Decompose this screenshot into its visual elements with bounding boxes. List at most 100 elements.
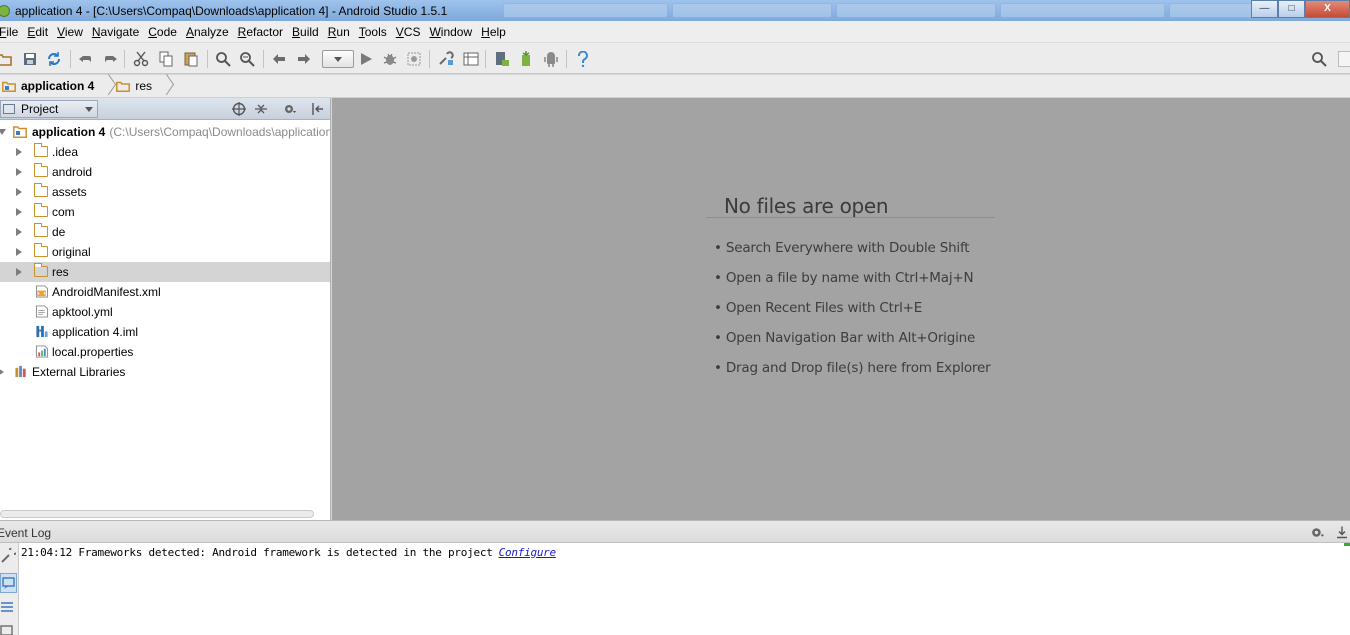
tree-item-root[interactable]: application 4 (C:\Users\Compaq\Downloads\…: [0, 122, 331, 142]
back-arrow-icon[interactable]: [271, 51, 287, 67]
collapse-all-icon[interactable]: [254, 102, 268, 116]
editor-hint: • Open a file by name with Ctrl+Maj+N: [714, 270, 974, 286]
menu-help[interactable]: Help: [477, 25, 510, 39]
hide-panel-icon[interactable]: [310, 102, 324, 116]
soft-wrap-toggle[interactable]: [0, 573, 17, 593]
save-all-icon[interactable]: [22, 51, 38, 67]
attach-debugger-icon[interactable]: [406, 51, 422, 67]
tree-item-label: com: [52, 205, 75, 219]
undo-icon[interactable]: [78, 51, 94, 67]
debug-icon[interactable]: [382, 51, 398, 67]
expand-arrow-icon[interactable]: [16, 168, 22, 176]
breadcrumb-item-project[interactable]: application 4: [2, 75, 104, 98]
tree-item-folder[interactable]: assets: [0, 182, 330, 202]
android-studio-icon: [0, 4, 10, 17]
iml-file-icon: [36, 325, 48, 338]
search-everywhere-icon[interactable]: [1311, 51, 1327, 67]
tree-item-label: apktool.yml: [52, 305, 113, 319]
scroll-from-source-icon[interactable]: [232, 102, 246, 116]
minimize-button[interactable]: —: [1251, 0, 1278, 18]
wrench-icon[interactable]: [0, 548, 16, 564]
menu-build[interactable]: Build: [288, 25, 323, 39]
folder-icon: [33, 223, 48, 239]
tree-item-file[interactable]: application 4.iml: [0, 322, 330, 342]
hide-panel-icon[interactable]: [1336, 525, 1348, 540]
menu-navigate[interactable]: Navigate: [88, 25, 143, 39]
copy-icon[interactable]: [158, 51, 174, 67]
tree-item-folder[interactable]: com: [0, 202, 330, 222]
tree-item-file[interactable]: apktool.yml: [0, 302, 330, 322]
project-structure-icon[interactable]: [438, 51, 454, 67]
tree-item-folder[interactable]: android: [0, 162, 330, 182]
main-toolbar: [0, 43, 1350, 74]
cut-icon[interactable]: [133, 51, 149, 67]
project-view-icon: [3, 104, 15, 114]
folder-icon: [116, 81, 131, 92]
menu-window[interactable]: Window: [425, 25, 476, 39]
expand-arrow-icon[interactable]: [16, 228, 22, 236]
menu-tools[interactable]: Tools: [355, 25, 391, 39]
configure-link[interactable]: Configure: [499, 546, 557, 559]
breadcrumb-label: res: [135, 79, 153, 93]
module-folder-icon: [13, 126, 27, 138]
xml-file-icon: [35, 285, 49, 298]
expand-arrow-icon[interactable]: [16, 148, 22, 156]
breadcrumb-separator: [104, 75, 112, 98]
expand-arrow-icon[interactable]: [16, 248, 22, 256]
folder-icon: [33, 263, 48, 279]
tree-item-label: External Libraries: [32, 365, 126, 379]
event-log-toolbar: [0, 543, 19, 635]
folder-icon: [33, 143, 48, 159]
expand-arrow-icon[interactable]: [16, 208, 22, 216]
menu-code[interactable]: Code: [144, 25, 181, 39]
close-button[interactable]: X: [1305, 0, 1350, 18]
menu-vcs[interactable]: VCS: [392, 25, 425, 39]
menu-view[interactable]: View: [53, 25, 87, 39]
redo-icon[interactable]: [102, 51, 118, 67]
tree-item-file[interactable]: AndroidManifest.xml: [0, 282, 330, 302]
expand-arrow-icon[interactable]: [16, 188, 22, 196]
project-tree: application 4 (C:\Users\Compaq\Downloads\…: [0, 120, 331, 520]
replace-icon[interactable]: [239, 51, 255, 67]
mark-all-read-icon[interactable]: [0, 600, 15, 615]
menu-run[interactable]: Run: [324, 25, 354, 39]
tree-item-folder[interactable]: .idea: [0, 142, 330, 162]
horizontal-scrollbar[interactable]: [0, 510, 314, 518]
project-view-select[interactable]: Project: [0, 100, 98, 118]
navigation-bar: application 4 res: [0, 75, 1350, 98]
avd-manager-icon[interactable]: [518, 51, 534, 67]
menu-analyze[interactable]: Analyze: [182, 25, 233, 39]
menu-refactor[interactable]: Refactor: [234, 25, 287, 39]
find-icon[interactable]: [215, 51, 231, 67]
expand-arrow-icon[interactable]: [0, 368, 4, 376]
help-icon[interactable]: [575, 51, 591, 67]
breadcrumb-item-res[interactable]: res: [116, 75, 162, 98]
tree-item-folder-selected[interactable]: res: [0, 262, 330, 282]
run-icon[interactable]: [358, 51, 374, 67]
run-configuration-select[interactable]: [322, 50, 354, 68]
menu-file[interactable]: File: [0, 25, 22, 39]
tree-item-path: (C:\Users\Compaq\Downloads\application: [109, 125, 331, 139]
tree-item-folder[interactable]: original: [0, 242, 330, 262]
sync-icon[interactable]: [46, 51, 62, 67]
event-log-title: Event Log: [0, 526, 52, 540]
tree-item-folder[interactable]: de: [0, 222, 330, 242]
expand-arrow-icon[interactable]: [0, 129, 6, 135]
maximize-button[interactable]: □: [1278, 0, 1305, 18]
forward-arrow-icon[interactable]: [296, 51, 312, 67]
editor-hint: • Search Everywhere with Double Shift: [714, 240, 970, 256]
expand-arrow-icon[interactable]: [16, 268, 22, 276]
toolbar-separator: [263, 50, 264, 68]
sdk-manager-icon[interactable]: [494, 51, 510, 67]
android-monitor-icon[interactable]: [543, 51, 559, 67]
open-folder-icon[interactable]: [0, 51, 12, 67]
gear-icon[interactable]: [283, 102, 297, 116]
tree-item-label: AndroidManifest.xml: [52, 285, 161, 299]
tree-item-external-libraries[interactable]: External Libraries: [0, 362, 330, 382]
paste-icon[interactable]: [183, 51, 199, 67]
gear-icon[interactable]: [1310, 525, 1325, 540]
clear-all-icon[interactable]: [0, 625, 15, 635]
menu-edit[interactable]: Edit: [23, 25, 52, 39]
tree-item-file[interactable]: local.properties: [0, 342, 330, 362]
module-settings-icon[interactable]: [463, 51, 479, 67]
